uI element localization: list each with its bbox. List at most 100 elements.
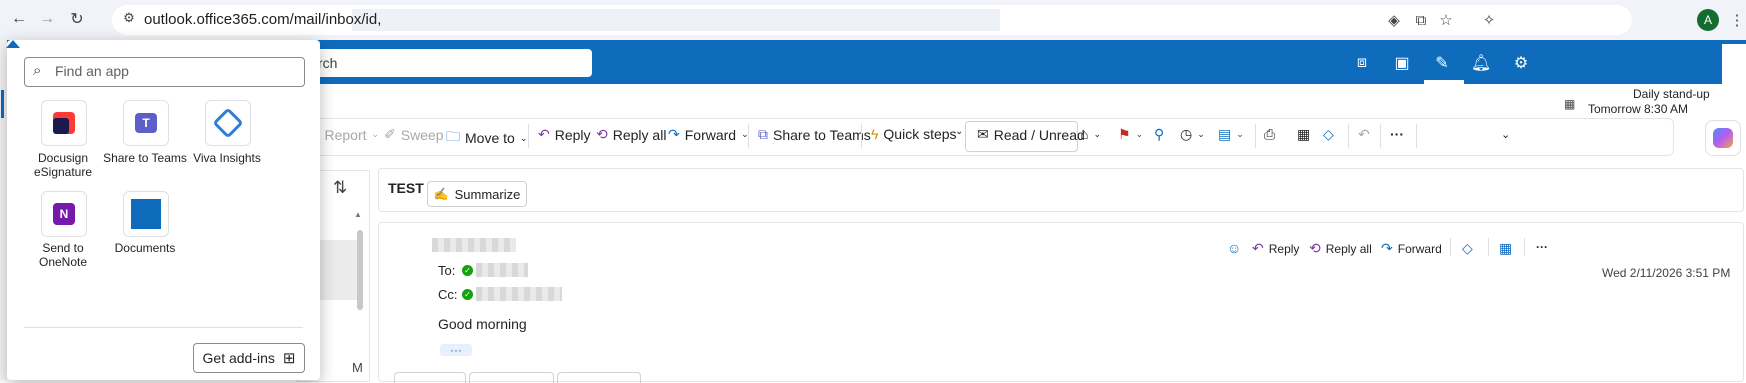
reminder-title[interactable]: Daily stand-up	[1633, 87, 1710, 101]
more-options-icon[interactable]: ···	[1390, 126, 1404, 142]
teams-chat-icon[interactable]: ⧈	[1349, 50, 1375, 76]
forward-button[interactable]: ↷ Forward ⌄	[668, 126, 749, 143]
copilot-button[interactable]	[1705, 120, 1741, 156]
share-to-teams-tile[interactable]: T	[123, 100, 169, 146]
message-reply-button[interactable]: ↶ Reply	[1252, 240, 1299, 257]
settings-gear-icon[interactable]: ⚙	[1508, 50, 1534, 76]
undo-button[interactable]: ↶	[1358, 126, 1370, 143]
cc-label: Cc:	[438, 287, 458, 302]
reply-button[interactable]: ↶ Reply	[538, 126, 591, 143]
to-recipient-redacted[interactable]	[476, 263, 528, 277]
forward-icon: ↷	[668, 126, 680, 142]
emoji-reaction-icon[interactable]: ☺	[1227, 240, 1241, 256]
viva-insights-icon: ◇	[1323, 126, 1334, 142]
flag-icon: ⚑	[1118, 126, 1131, 142]
toolbar-divider	[1255, 124, 1256, 148]
summarize-button[interactable]: ✍ Summarize	[427, 181, 527, 207]
scroll-up-icon[interactable]: ▲	[354, 210, 362, 219]
viva-insights-icon[interactable]: ◇	[1462, 240, 1473, 257]
cc-recipient-redacted[interactable]	[476, 287, 562, 301]
reply-icon: ↶	[1252, 240, 1264, 256]
message-date: Wed 2/11/2026 3:51 PM	[1602, 266, 1731, 280]
pin-button[interactable]: ⚲	[1154, 126, 1164, 143]
attachment-chip[interactable]	[557, 372, 641, 383]
apps-grid-icon: ▦	[1297, 126, 1311, 142]
list-item-time: M	[352, 360, 363, 375]
attachment-chip[interactable]	[469, 372, 554, 383]
copilot-icon	[1713, 128, 1733, 148]
reload-icon[interactable]: ↻	[66, 8, 88, 30]
my-day-icon[interactable]: ✎	[1429, 50, 1455, 76]
extensions-icon[interactable]: ✧	[1479, 10, 1499, 30]
back-icon[interactable]: ←	[8, 8, 30, 30]
viva-insights-button[interactable]: ◇	[1323, 126, 1334, 143]
install-app-icon[interactable]: ⧉	[1411, 10, 1431, 30]
list-scrollbar[interactable]	[357, 230, 363, 310]
forward-label: Forward	[684, 126, 737, 143]
snooze-button[interactable]: ◷ ⌄	[1180, 126, 1205, 143]
to-label: To:	[438, 263, 456, 278]
flag-button[interactable]: ⚑ ⌄	[1118, 126, 1143, 143]
action-divider	[1450, 238, 1451, 256]
site-info-icon[interactable]: ⚙	[119, 8, 139, 28]
message-forward-button[interactable]: ↷ Forward	[1381, 240, 1442, 257]
notifications-bell-icon[interactable]: 🔔︎	[1468, 50, 1494, 76]
share-to-teams-label: Share to Teams	[773, 126, 871, 143]
chevron-down-icon: ⌄	[1236, 129, 1244, 139]
my-day-tab[interactable]	[1584, 47, 1622, 84]
message-reply-label: Reply	[1268, 241, 1300, 256]
forward-nav-icon[interactable]: →	[36, 8, 58, 30]
browser-menu-icon[interactable]: ⋮	[1727, 10, 1746, 30]
rules-button[interactable]: ▤ ⌄	[1218, 126, 1244, 143]
onenote-icon: N	[53, 203, 75, 225]
message-subject: TEST	[388, 180, 424, 196]
summarize-icon: ✍	[433, 187, 449, 201]
find-app-placeholder: Find an app	[55, 63, 129, 79]
quick-steps-content[interactable]: ϟ Quick steps	[871, 126, 957, 142]
reply-all-icon: ⟲	[596, 126, 608, 142]
apps-grid-icon[interactable]: ▦	[1499, 240, 1512, 257]
share-to-teams-button[interactable]: ⧉ Share to Teams	[758, 126, 871, 143]
report-label: Report	[324, 126, 367, 143]
move-to-button[interactable]: 🗀︎ Move to ⌄	[446, 126, 527, 150]
sweep-button[interactable]: ✐ Sweep	[384, 126, 444, 143]
profile-avatar[interactable]: A	[1697, 9, 1719, 31]
printer-icon: ⎙	[1264, 126, 1276, 142]
get-add-ins-button[interactable]: Get add-ins ⊞	[193, 343, 305, 373]
documents-tile[interactable]	[123, 191, 169, 237]
toolbar-divider	[1348, 124, 1349, 148]
attachment-chip[interactable]	[394, 372, 466, 383]
app-label[interactable]: Send to OneNote	[19, 241, 107, 269]
sort-icon[interactable]: ⇅	[333, 178, 347, 198]
print-button[interactable]: ⎙	[1264, 126, 1275, 143]
reply-all-icon: ⟲	[1309, 240, 1321, 256]
toolbar-divider	[861, 124, 862, 148]
url-text[interactable]: outlook.office365.com/mail/inbox/id,	[144, 11, 381, 28]
message-more-icon[interactable]: ···	[1536, 240, 1548, 254]
list-item[interactable]	[320, 240, 362, 300]
app-label[interactable]: Share to Teams	[101, 151, 189, 165]
quick-steps-label: Quick steps	[883, 126, 957, 142]
lens-icon[interactable]: ◈	[1384, 10, 1404, 30]
docusign-tile[interactable]	[41, 100, 87, 146]
message-reply-all-button[interactable]: ⟲ Reply all	[1309, 240, 1372, 257]
expand-ribbon-icon[interactable]: ⌄	[1501, 128, 1510, 141]
app-label[interactable]: Viva Insights	[183, 151, 271, 165]
reply-label: Reply	[554, 126, 591, 143]
quick-steps-chevron-icon[interactable]: ⌄	[955, 126, 963, 137]
read-unread-button[interactable]: ✉ Read / Unread	[977, 126, 1085, 143]
viva-insights-icon	[212, 107, 244, 139]
viva-insights-tile[interactable]	[205, 100, 251, 146]
chevron-down-icon: ⌄	[1197, 129, 1205, 139]
office-app-icon[interactable]: ▣	[1389, 50, 1415, 76]
reply-all-button[interactable]: ⟲ Reply all	[596, 126, 666, 143]
send-to-onenote-tile[interactable]: N	[41, 191, 87, 237]
categorize-button[interactable]: ⌂ ⌄	[1080, 126, 1101, 142]
apps-button[interactable]: ▦	[1297, 126, 1310, 143]
bookmark-star-icon[interactable]: ☆	[1436, 10, 1456, 30]
clock-icon: ◷	[1180, 126, 1193, 142]
show-trimmed-content-button[interactable]: ···	[440, 344, 472, 356]
app-label[interactable]: Docusign eSignature	[19, 151, 107, 179]
app-label[interactable]: Documents	[101, 241, 189, 255]
toolbar-divider	[1380, 124, 1381, 148]
